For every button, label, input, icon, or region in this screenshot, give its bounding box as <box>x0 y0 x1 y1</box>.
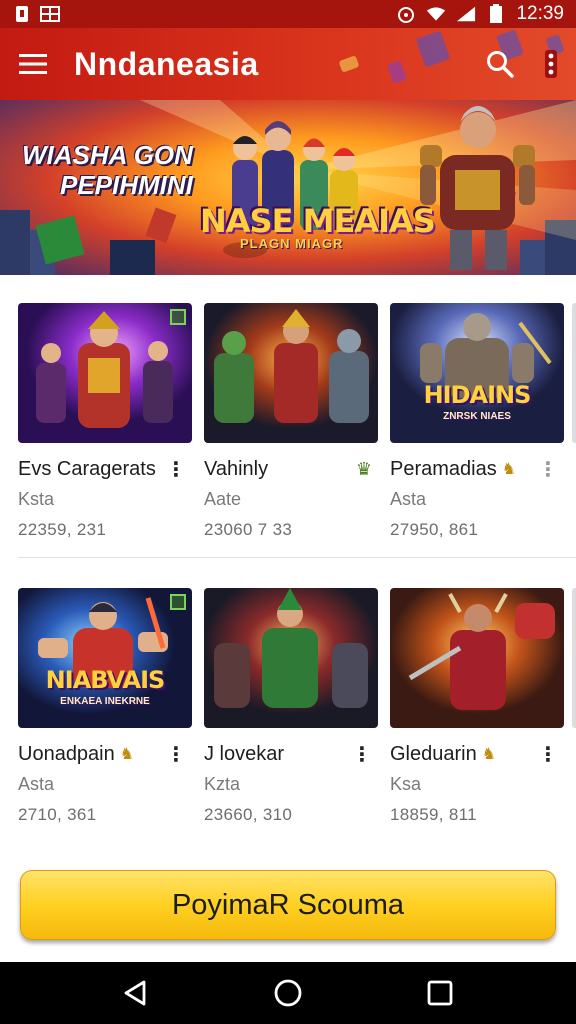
game-row-2: NIABVAIS ENKAEA INEKRNE Uonadpain ♞ ⋮ As… <box>18 588 576 825</box>
more-options-icon[interactable]: ⋮ <box>538 742 558 767</box>
game-card[interactable]: Evs Caragerats ⋮ Ksta 22359, 231 <box>18 303 192 540</box>
game-row-1: Evs Caragerats ⋮ Ksta 22359, 231 Vahinly… <box>18 303 576 540</box>
game-thumbnail[interactable] <box>18 303 192 443</box>
game-subtitle: Kzta <box>204 774 241 794</box>
game-title: Uonadpain <box>18 742 115 765</box>
notification-icon <box>12 5 32 23</box>
more-options-icon[interactable]: ⋮ <box>166 457 186 482</box>
game-card[interactable]: Vahinly ♛ Aate 23060 7 33 <box>204 303 378 540</box>
game-title: Peramadias <box>390 457 497 480</box>
flame-icon: ♞ <box>119 746 135 763</box>
app-bar: Nndaneasia <box>0 28 576 100</box>
thumbnail-logo-sub: ZNRSK NIAES <box>443 411 511 422</box>
corner-badge-icon <box>170 594 186 610</box>
game-title: Gleduarin <box>390 742 477 765</box>
crown-icon: ♛ <box>355 458 372 479</box>
primary-cta-button[interactable]: PoyimaR Scouma <box>20 870 556 940</box>
alarm-icon <box>396 5 416 23</box>
row-divider <box>18 557 576 558</box>
game-count: 27950, 861 <box>390 520 479 539</box>
battery-icon <box>486 4 506 23</box>
more-options-icon[interactable]: ⋮ <box>352 742 372 767</box>
corner-badge-icon <box>170 309 186 325</box>
banner-title-line1: WIASHA GON <box>22 140 193 170</box>
game-thumbnail[interactable] <box>390 588 564 728</box>
status-time: 12:39 <box>516 3 564 24</box>
thumbnail-logo: NIABVAIS <box>45 666 166 694</box>
game-count: 23660, 310 <box>204 805 293 824</box>
banner-logo: NASE MEAIAS <box>200 202 436 240</box>
gallery-icon <box>40 5 60 23</box>
game-card[interactable]: Gleduarin ♞ ⋮ Ksa 18859, 811 <box>390 588 564 825</box>
game-count: 23060 7 33 <box>204 520 293 539</box>
game-card[interactable]: J lovekar ⋮ Kzta 23660, 310 <box>204 588 378 825</box>
menu-icon[interactable] <box>18 52 48 76</box>
game-count: 22359, 231 <box>18 520 107 539</box>
flame-icon: ♞ <box>501 461 517 478</box>
game-thumbnail[interactable] <box>204 303 378 443</box>
recents-icon[interactable] <box>420 973 460 1013</box>
back-icon[interactable] <box>116 973 156 1013</box>
signal-icon <box>456 5 476 23</box>
more-vert-icon[interactable] <box>544 50 558 78</box>
game-card[interactable]: NIABVAIS ENKAEA INEKRNE Uonadpain ♞ ⋮ As… <box>18 588 192 825</box>
game-card[interactable]: HIDAINS ZNRSK NIAES Peramadias ♞ ⋮ Asta … <box>390 303 564 540</box>
banner-title: WIASHA GON PEPIHMINI <box>22 140 193 200</box>
more-options-icon[interactable]: ⋮ <box>538 457 558 482</box>
game-subtitle: Asta <box>18 774 55 794</box>
system-nav-bar <box>0 962 576 1024</box>
thumbnail-logo: HIDAINS <box>423 381 532 409</box>
wifi-icon <box>426 5 446 23</box>
search-icon[interactable] <box>486 50 514 78</box>
game-count: 2710, 361 <box>18 805 97 824</box>
game-subtitle: Ksta <box>18 489 55 509</box>
home-icon[interactable] <box>268 973 308 1013</box>
game-thumbnail[interactable]: NIABVAIS ENKAEA INEKRNE <box>18 588 192 728</box>
game-subtitle: Ksa <box>390 774 422 794</box>
banner-title-line2: PEPIHMINI <box>60 170 193 200</box>
thumbnail-logo-sub: ENKAEA INEKRNE <box>60 696 150 707</box>
game-count: 18859, 811 <box>390 805 477 824</box>
next-card-peek <box>572 303 576 443</box>
promo-banner[interactable]: WIASHA GON PEPIHMINI NASE MEAIAS PLAGN M… <box>0 100 576 275</box>
game-title: Evs Caragerats <box>18 457 156 480</box>
game-thumbnail[interactable] <box>204 588 378 728</box>
next-card-peek <box>572 588 576 728</box>
banner-logo-subtitle: PLAGN MIAGR <box>240 236 344 251</box>
flame-icon: ♞ <box>481 746 497 763</box>
app-title: Nndaneasia <box>74 45 259 82</box>
more-options-icon[interactable]: ⋮ <box>166 742 186 767</box>
status-bar: 12:39 <box>0 0 576 28</box>
game-subtitle: Asta <box>390 489 427 509</box>
game-title: J lovekar <box>204 742 285 765</box>
game-thumbnail[interactable]: HIDAINS ZNRSK NIAES <box>390 303 564 443</box>
game-title: Vahinly <box>204 457 269 480</box>
game-subtitle: Aate <box>204 489 242 509</box>
